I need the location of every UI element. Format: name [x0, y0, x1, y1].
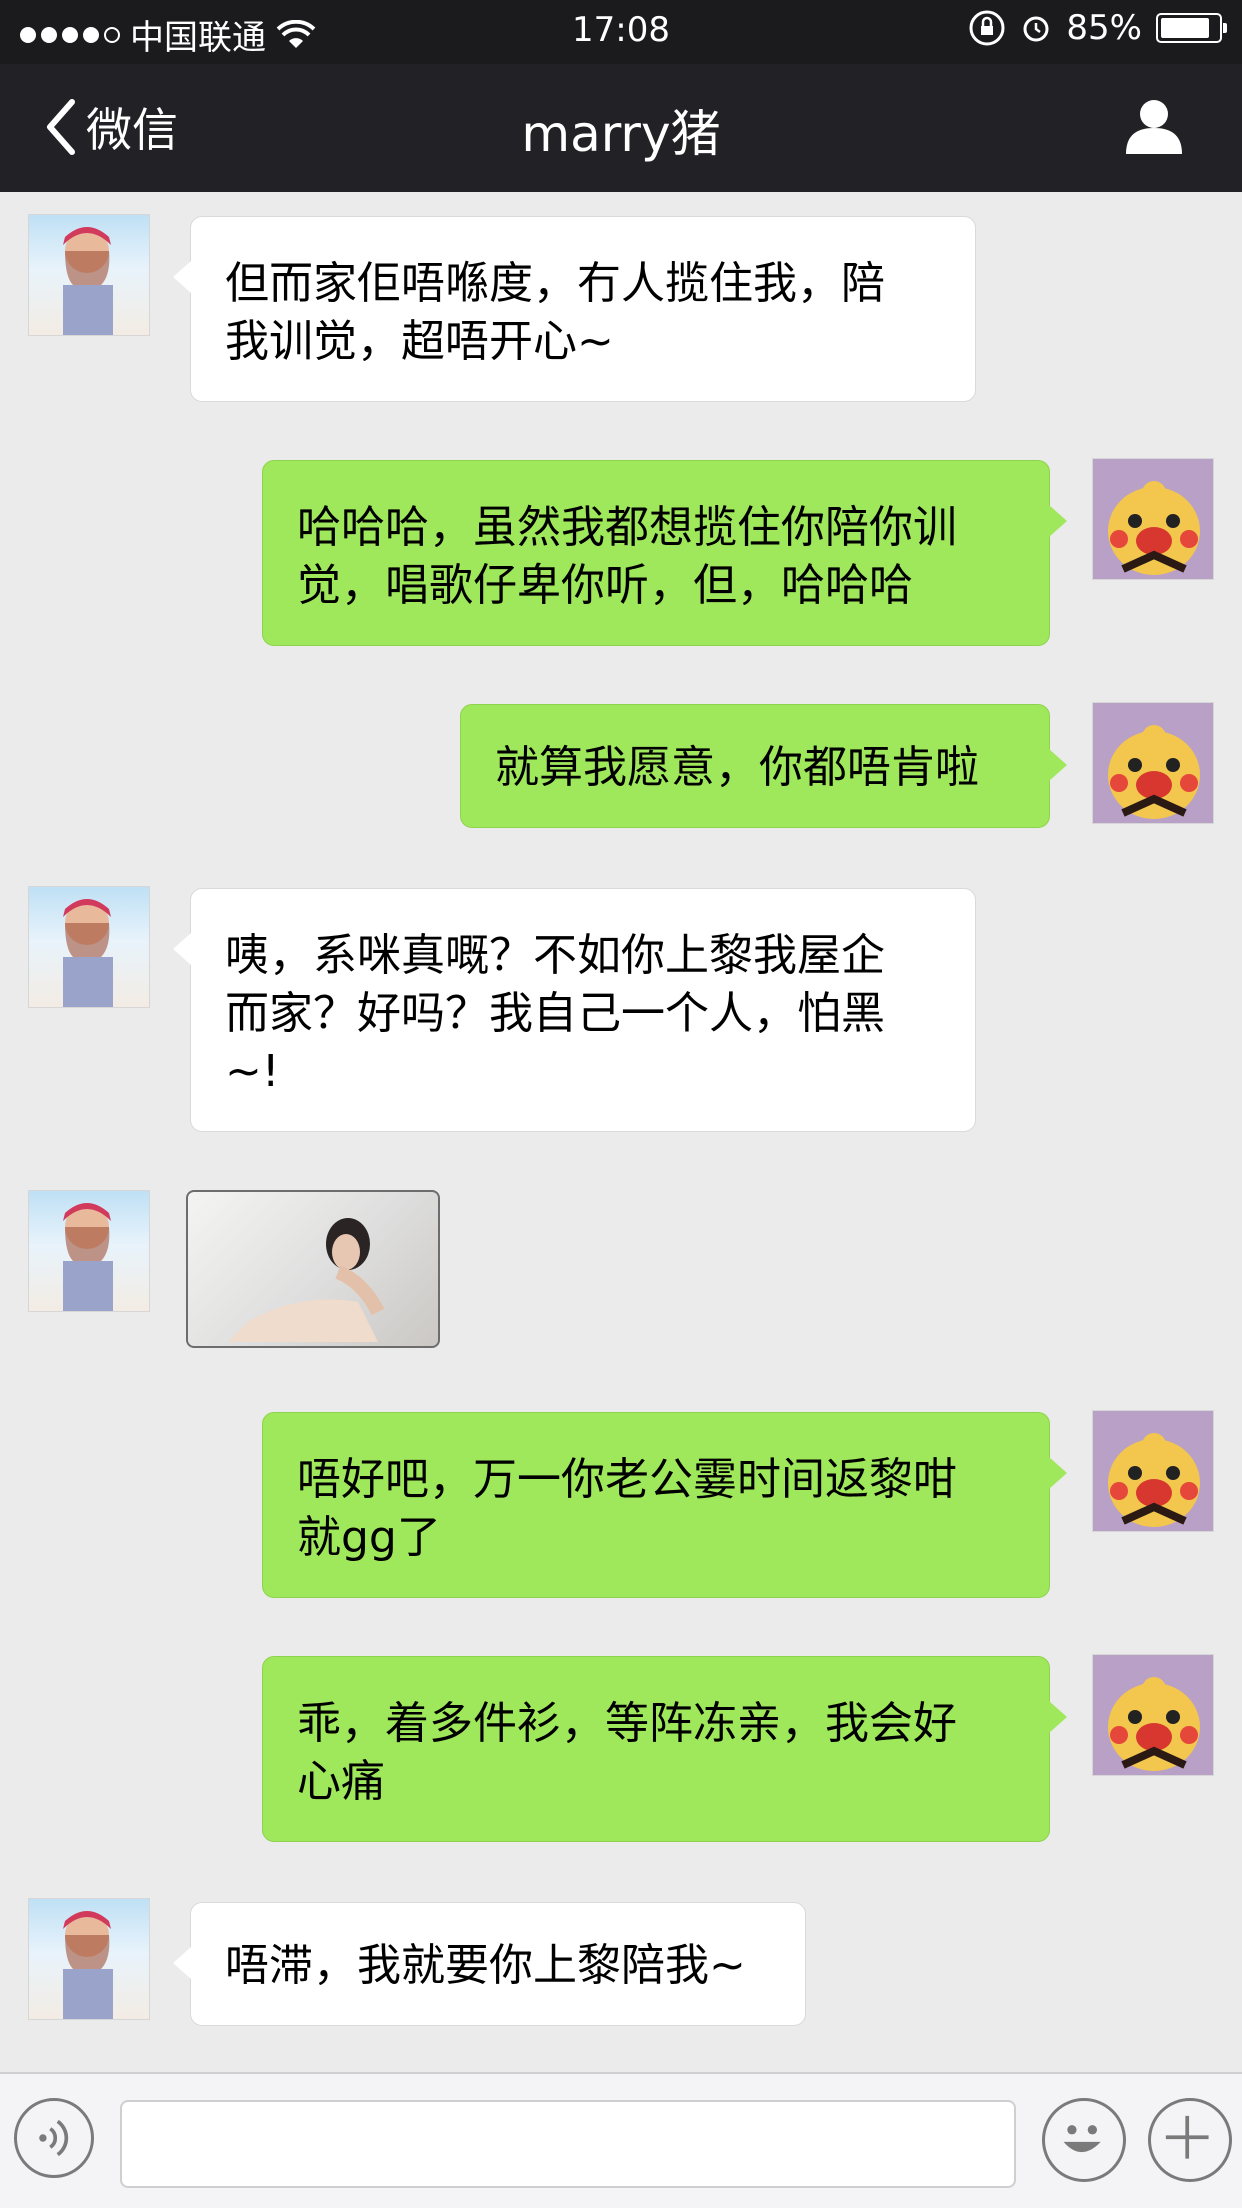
rotation-lock-icon [969, 10, 1005, 46]
message-line: 哈哈哈，虽然我都想揽住你陪你训 [297, 502, 957, 553]
contact-avatar[interactable] [28, 214, 150, 336]
plus-icon [1165, 2115, 1209, 2159]
message-bubble-outgoing[interactable]: 唔好吧，万一你老公霎时间返黎咁 就gg了 [262, 1412, 1067, 1598]
message-bubble-incoming[interactable]: 咦，系咪真嘅？不如你上黎我屋企 而家？好吗？我自己一个人，怕黑 ~! [173, 888, 976, 1132]
message-line: 乖，着多件衫，等阵冻亲，我会好 [297, 1698, 957, 1749]
more-button[interactable] [1148, 2098, 1232, 2182]
status-bar: 中国联通 17:08 85% [0, 0, 1242, 64]
voice-icon [39, 2119, 69, 2157]
input-bar [0, 2072, 1242, 2208]
my-avatar[interactable] [1092, 458, 1214, 580]
chat-title: marry猪 [521, 105, 721, 163]
message-line: 唔好吧，万一你老公霎时间返黎咁 [297, 1454, 957, 1505]
message-line: ~! [225, 1046, 280, 1097]
my-avatar[interactable] [1092, 1654, 1214, 1776]
message-line: 而家？好吗？我自己一个人，怕黑 [225, 988, 885, 1039]
message-bubble-outgoing[interactable]: 乖，着多件衫，等阵冻亲，我会好 心痛 [262, 1656, 1067, 1842]
message-bubble-outgoing[interactable]: 就算我愿意，你都唔肯啦 [460, 704, 1067, 828]
message-bubble-incoming[interactable]: 但而家佢唔喺度，冇人揽住我，陪 我训觉，超唔开心~ [173, 216, 976, 402]
message-bubble-outgoing[interactable]: 哈哈哈，虽然我都想揽住你陪你训 觉，唱歌仔卑你听，但，哈哈哈 [262, 460, 1067, 646]
nav-bar: 微信 marry猪 [0, 64, 1242, 192]
my-avatar[interactable] [1092, 1410, 1214, 1532]
contact-avatar[interactable] [28, 1190, 150, 1312]
my-avatar[interactable] [1092, 702, 1214, 824]
message-line: 就gg了 [297, 1512, 441, 1563]
person-icon[interactable] [1124, 96, 1184, 156]
battery-percent: 85% [1066, 8, 1142, 48]
emoji-icon [1063, 2125, 1101, 2153]
message-line: 唔滞，我就要你上黎陪我~ [225, 1940, 746, 1991]
battery-icon [1156, 13, 1227, 43]
voice-button[interactable] [14, 2098, 94, 2178]
message-input[interactable] [120, 2100, 1016, 2188]
message-line: 我训觉，超唔开心~ [225, 316, 614, 367]
message-line: 觉，唱歌仔卑你听，但，哈哈哈 [297, 560, 913, 611]
battery-fill [1161, 18, 1209, 38]
message-line: 咦，系咪真嘅？不如你上黎我屋企 [225, 930, 885, 981]
message-bubble-incoming[interactable]: 唔滞，我就要你上黎陪我~ [173, 1902, 806, 2026]
message-line: 就算我愿意，你都唔肯啦 [495, 742, 979, 793]
message-line: 但而家佢唔喺度，冇人揽住我，陪 [225, 258, 885, 309]
message-line: 心痛 [297, 1756, 385, 1807]
emoji-button[interactable] [1042, 2098, 1126, 2182]
alarm-icon [1023, 16, 1049, 42]
status-right: 85% [968, 8, 1227, 48]
contact-avatar[interactable] [28, 886, 150, 1008]
image-message[interactable] [186, 1190, 440, 1348]
message-list[interactable]: 但而家佢唔喺度，冇人揽住我，陪 我训觉，超唔开心~ 哈哈哈，虽然我都想揽住你陪你… [0, 192, 1242, 2072]
contact-avatar[interactable] [28, 1898, 150, 2020]
